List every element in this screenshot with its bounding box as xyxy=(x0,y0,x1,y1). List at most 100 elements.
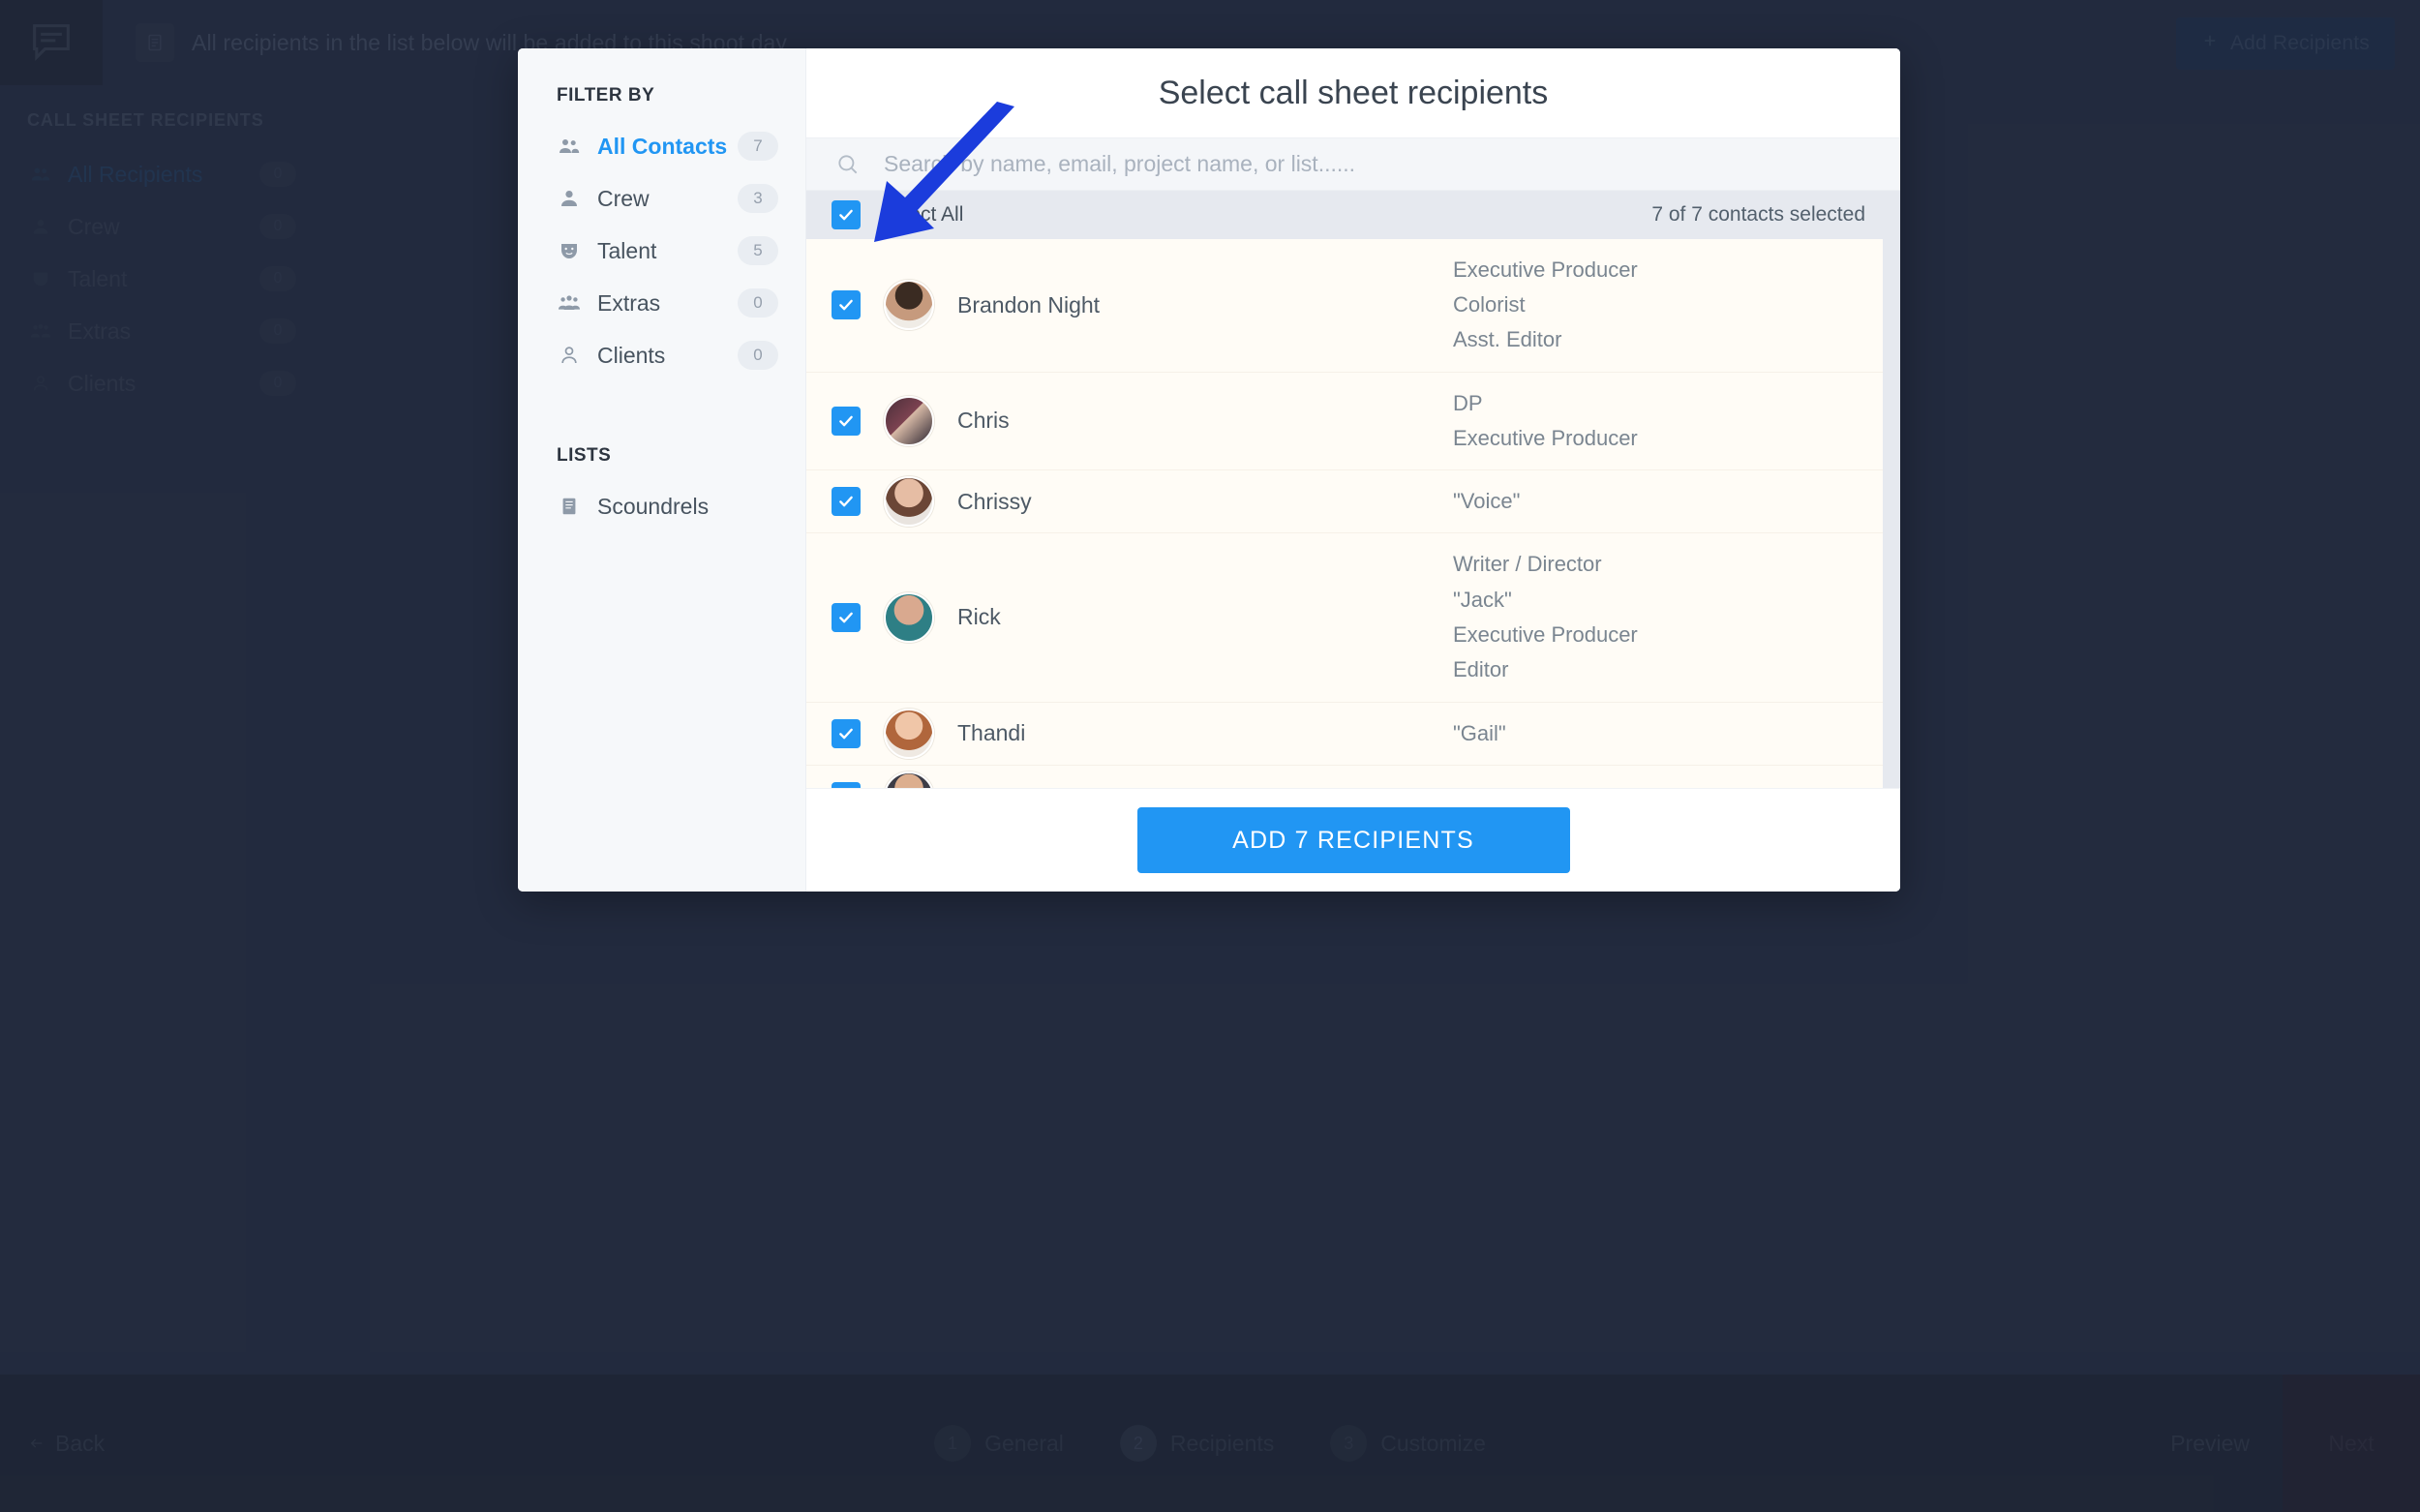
contact-checkbox[interactable] xyxy=(832,406,861,436)
theater-mask-icon xyxy=(27,268,54,289)
step-recipients[interactable]: 2 Recipients xyxy=(1119,1425,1275,1462)
table-row[interactable]: Brandon Night Executive Producer Coloris… xyxy=(806,238,1883,373)
sidebar-item-count: 0 xyxy=(259,214,296,239)
table-row[interactable]: Chris DP Executive Producer xyxy=(806,372,1883,471)
filter-item-label: Extras xyxy=(597,289,661,316)
contact-role: DP xyxy=(1453,390,1483,415)
contact-role: Executive Producer xyxy=(1453,257,1638,282)
table-row[interactable]: Rick Writer / Director "Jack" Executive … xyxy=(806,533,1883,703)
list-document-icon xyxy=(557,496,582,517)
lists-heading: LISTS xyxy=(557,445,612,466)
contact-role: "Dave" xyxy=(1453,779,1883,788)
theater-mask-icon xyxy=(557,239,582,262)
table-row[interactable]: Tony "Dave" xyxy=(806,765,1883,788)
select-all-label: Select All xyxy=(880,202,964,226)
filter-item-label: All Contacts xyxy=(597,133,728,159)
step-number: 3 xyxy=(1330,1425,1368,1462)
sidebar-item-label: Talent xyxy=(68,265,128,291)
filter-item-all-contacts[interactable]: All Contacts 7 xyxy=(518,120,805,172)
filter-by-heading: FILTER BY xyxy=(557,85,655,106)
search-input[interactable] xyxy=(882,150,1844,179)
avatar xyxy=(884,476,934,528)
contact-name: Chrissy xyxy=(957,488,1032,514)
list-item-label: Scoundrels xyxy=(597,493,710,519)
contact-role: Writer / Director xyxy=(1453,552,1602,577)
filter-item-crew[interactable]: Crew 3 xyxy=(518,172,805,225)
people-group-icon xyxy=(27,164,54,185)
contact-checkbox[interactable] xyxy=(832,602,861,632)
contact-checkbox[interactable] xyxy=(832,782,861,788)
app-logo[interactable] xyxy=(0,0,103,85)
step-customize[interactable]: 3 Customize xyxy=(1330,1425,1486,1462)
sidebar-item-extras[interactable]: Extras 0 xyxy=(0,305,319,357)
bottom-right-actions: Preview Next xyxy=(2170,1375,2420,1512)
contact-name: Tony xyxy=(957,784,1453,788)
search-icon xyxy=(835,152,861,177)
select-all-checkbox[interactable] xyxy=(832,199,861,229)
contact-role: Colorist xyxy=(1453,291,1526,317)
contact-role: "Voice" xyxy=(1453,489,1521,514)
contact-roles: Writer / Director "Jack" Executive Produ… xyxy=(1453,533,1883,701)
modal-title: Select call sheet recipients xyxy=(806,48,1900,138)
filter-item-clients[interactable]: Clients 0 xyxy=(518,329,805,381)
people-group-icon xyxy=(557,135,582,158)
sidebar-item-all-recipients[interactable]: All Recipients 0 xyxy=(0,148,319,200)
filter-item-count: 5 xyxy=(738,236,778,265)
crowd-icon xyxy=(557,291,582,315)
filter-item-count: 0 xyxy=(738,288,778,318)
step-label: Recipients xyxy=(1169,1430,1275,1456)
filter-item-label: Clients xyxy=(597,342,666,368)
contact-role: Executive Producer xyxy=(1453,425,1638,450)
person-icon xyxy=(27,216,54,237)
filter-item-talent[interactable]: Talent 5 xyxy=(518,225,805,277)
back-button[interactable]: Back xyxy=(27,1431,105,1457)
contact-list-scroll-area[interactable]: Brandon Night Executive Producer Coloris… xyxy=(806,238,1900,788)
contact-role: "Gail" xyxy=(1453,720,1506,745)
modal-footer: ADD 7 RECIPIENTS xyxy=(806,788,1900,892)
select-all-row: Select All 7 of 7 contacts selected xyxy=(806,190,1900,239)
list-item-scoundrels[interactable]: Scoundrels xyxy=(518,480,805,532)
contact-roles: "Gail" xyxy=(1453,703,1883,765)
contact-roles: DP Executive Producer xyxy=(1453,373,1883,470)
contact-checkbox[interactable] xyxy=(832,718,861,748)
next-button[interactable]: Next xyxy=(2283,1375,2420,1512)
add-recipients-confirm-button[interactable]: ADD 7 RECIPIENTS xyxy=(1136,807,1570,873)
client-person-icon xyxy=(557,344,582,367)
step-label: Customize xyxy=(1380,1430,1486,1456)
contact-name: Rick xyxy=(957,604,1001,630)
filter-item-label: Talent xyxy=(597,237,657,263)
contact-name: Chris xyxy=(957,408,1010,434)
contact-role: Asst. Editor xyxy=(1453,327,1562,352)
app-left-sidebar: CALL SHEET RECIPIENTS All Recipients 0 C… xyxy=(0,85,319,1373)
step-number: 1 xyxy=(934,1425,972,1462)
sidebar-item-clients[interactable]: Clients 0 xyxy=(0,357,319,409)
filter-item-count: 7 xyxy=(738,132,778,161)
add-recipients-button[interactable]: Add Recipients xyxy=(2175,17,2395,70)
step-label: General xyxy=(984,1430,1064,1456)
table-row[interactable]: Thandi "Gail" xyxy=(806,702,1883,766)
sidebar-item-crew[interactable]: Crew 0 xyxy=(0,200,319,253)
document-icon xyxy=(136,23,174,62)
sidebar-item-count: 0 xyxy=(259,162,296,187)
contact-checkbox[interactable] xyxy=(832,487,861,517)
sidebar-item-talent[interactable]: Talent 0 xyxy=(0,253,319,305)
search-row xyxy=(806,137,1900,191)
contact-roles: "Dave" xyxy=(1453,766,1883,788)
back-label: Back xyxy=(55,1430,106,1456)
filter-item-label: Crew xyxy=(597,185,650,211)
filter-item-extras[interactable]: Extras 0 xyxy=(518,277,805,329)
sidebar-item-label: Extras xyxy=(68,318,132,344)
table-row[interactable]: Chrissy "Voice" xyxy=(806,470,1883,534)
contact-checkbox[interactable] xyxy=(832,290,861,320)
call-sheet-recipients-heading: CALL SHEET RECIPIENTS xyxy=(27,110,264,130)
sidebar-item-count: 0 xyxy=(259,371,296,396)
contact-name: Thandi xyxy=(957,720,1026,746)
preview-button[interactable]: Preview xyxy=(2170,1431,2250,1457)
avatar xyxy=(884,771,934,788)
select-recipients-modal: FILTER BY All Contacts 7 Crew 3 Talent 5 xyxy=(518,48,1900,892)
step-general[interactable]: 1 General xyxy=(934,1425,1064,1462)
modal-main-panel: Select call sheet recipients Select All … xyxy=(806,48,1900,892)
sidebar-item-count: 0 xyxy=(259,318,296,344)
contact-roles: Executive Producer Colorist Asst. Editor xyxy=(1453,239,1883,372)
app-bottom-bar: Back 1 General 2 Recipients 3 Customize … xyxy=(0,1375,2420,1512)
